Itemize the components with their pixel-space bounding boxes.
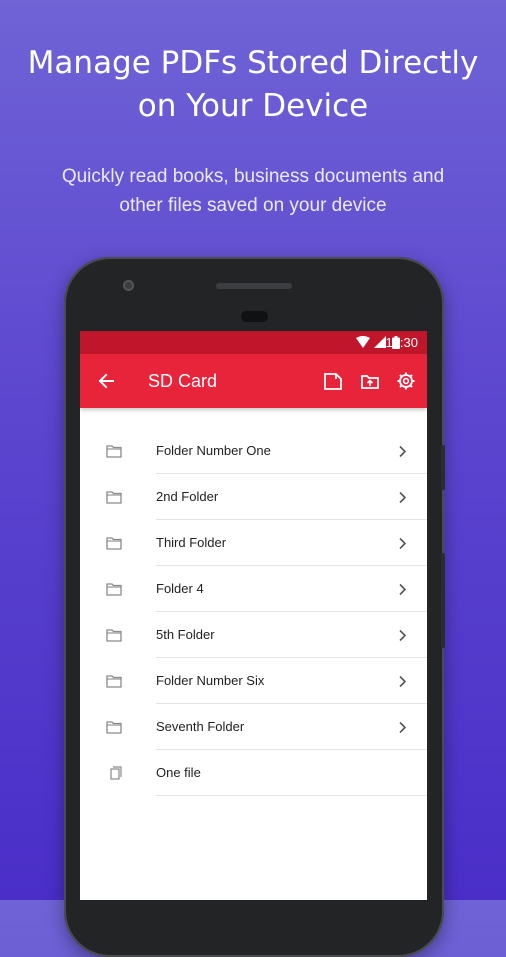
list-item-folder[interactable]: Folder Number Six bbox=[80, 658, 427, 704]
list-item-label: Third Folder bbox=[156, 535, 227, 550]
upload-icon[interactable] bbox=[360, 371, 380, 391]
list-item-label: Folder 4 bbox=[156, 581, 204, 596]
gear-icon[interactable] bbox=[396, 371, 416, 391]
back-arrow-icon[interactable] bbox=[97, 372, 115, 390]
phone-earpiece bbox=[241, 311, 268, 322]
headline-line-2: on Your Device bbox=[137, 88, 369, 124]
promo-headline: Manage PDFs Stored Directly on Your Devi… bbox=[0, 42, 506, 128]
promo-subtitle: Quickly read books, business documents a… bbox=[0, 162, 506, 220]
cell-signal-icon bbox=[374, 336, 386, 348]
list-item-folder[interactable]: 5th Folder bbox=[80, 612, 427, 658]
list-item-file[interactable]: One file bbox=[80, 750, 427, 796]
file-list: Folder Number One 2nd Folder Third Folde… bbox=[80, 428, 427, 796]
file-icon bbox=[110, 766, 122, 780]
list-item-label: 5th Folder bbox=[156, 627, 215, 642]
subtitle-line-2: other files saved on your device bbox=[119, 195, 387, 216]
chevron-right-icon bbox=[399, 675, 407, 688]
phone-speaker bbox=[216, 283, 292, 289]
chevron-right-icon bbox=[399, 629, 407, 642]
list-item-folder[interactable]: Folder Number One bbox=[80, 428, 427, 474]
phone-volume-button bbox=[441, 553, 445, 648]
list-item-folder[interactable]: Folder 4 bbox=[80, 566, 427, 612]
chevron-right-icon bbox=[399, 721, 407, 734]
list-divider bbox=[156, 795, 427, 796]
list-item-folder[interactable]: 2nd Folder bbox=[80, 474, 427, 520]
wifi-icon bbox=[356, 336, 370, 348]
folder-icon bbox=[106, 537, 122, 550]
list-item-label: Folder Number One bbox=[156, 443, 271, 458]
list-item-label: Seventh Folder bbox=[156, 719, 245, 734]
chevron-right-icon bbox=[399, 445, 407, 458]
folder-icon bbox=[106, 721, 122, 734]
folder-icon bbox=[106, 445, 122, 458]
chevron-right-icon bbox=[399, 583, 407, 596]
subtitle-line-1: Quickly read books, business documents a… bbox=[61, 166, 445, 187]
chevron-right-icon bbox=[399, 491, 407, 504]
list-item-folder[interactable]: Seventh Folder bbox=[80, 704, 427, 750]
phone-camera bbox=[123, 280, 134, 291]
list-item-label: One file bbox=[156, 765, 201, 780]
folder-icon bbox=[106, 491, 122, 504]
chevron-right-icon bbox=[399, 537, 407, 550]
folder-icon bbox=[106, 629, 122, 642]
status-time: 12:30 bbox=[385, 335, 418, 350]
app-screen: 12:30 SD Card Folder Number One 2nd Fold… bbox=[80, 331, 427, 900]
folder-icon bbox=[106, 583, 122, 596]
sd-card-icon[interactable] bbox=[323, 371, 343, 391]
status-bar: 12:30 bbox=[80, 331, 427, 354]
list-item-label: Folder Number Six bbox=[156, 673, 265, 688]
list-item-label: 2nd Folder bbox=[156, 489, 219, 504]
app-toolbar: SD Card bbox=[80, 354, 427, 408]
toolbar-title: SD Card bbox=[148, 371, 218, 391]
folder-icon bbox=[106, 675, 122, 688]
headline-line-1: Manage PDFs Stored Directly bbox=[27, 45, 479, 81]
list-item-folder[interactable]: Third Folder bbox=[80, 520, 427, 566]
phone-power-button bbox=[441, 445, 445, 490]
